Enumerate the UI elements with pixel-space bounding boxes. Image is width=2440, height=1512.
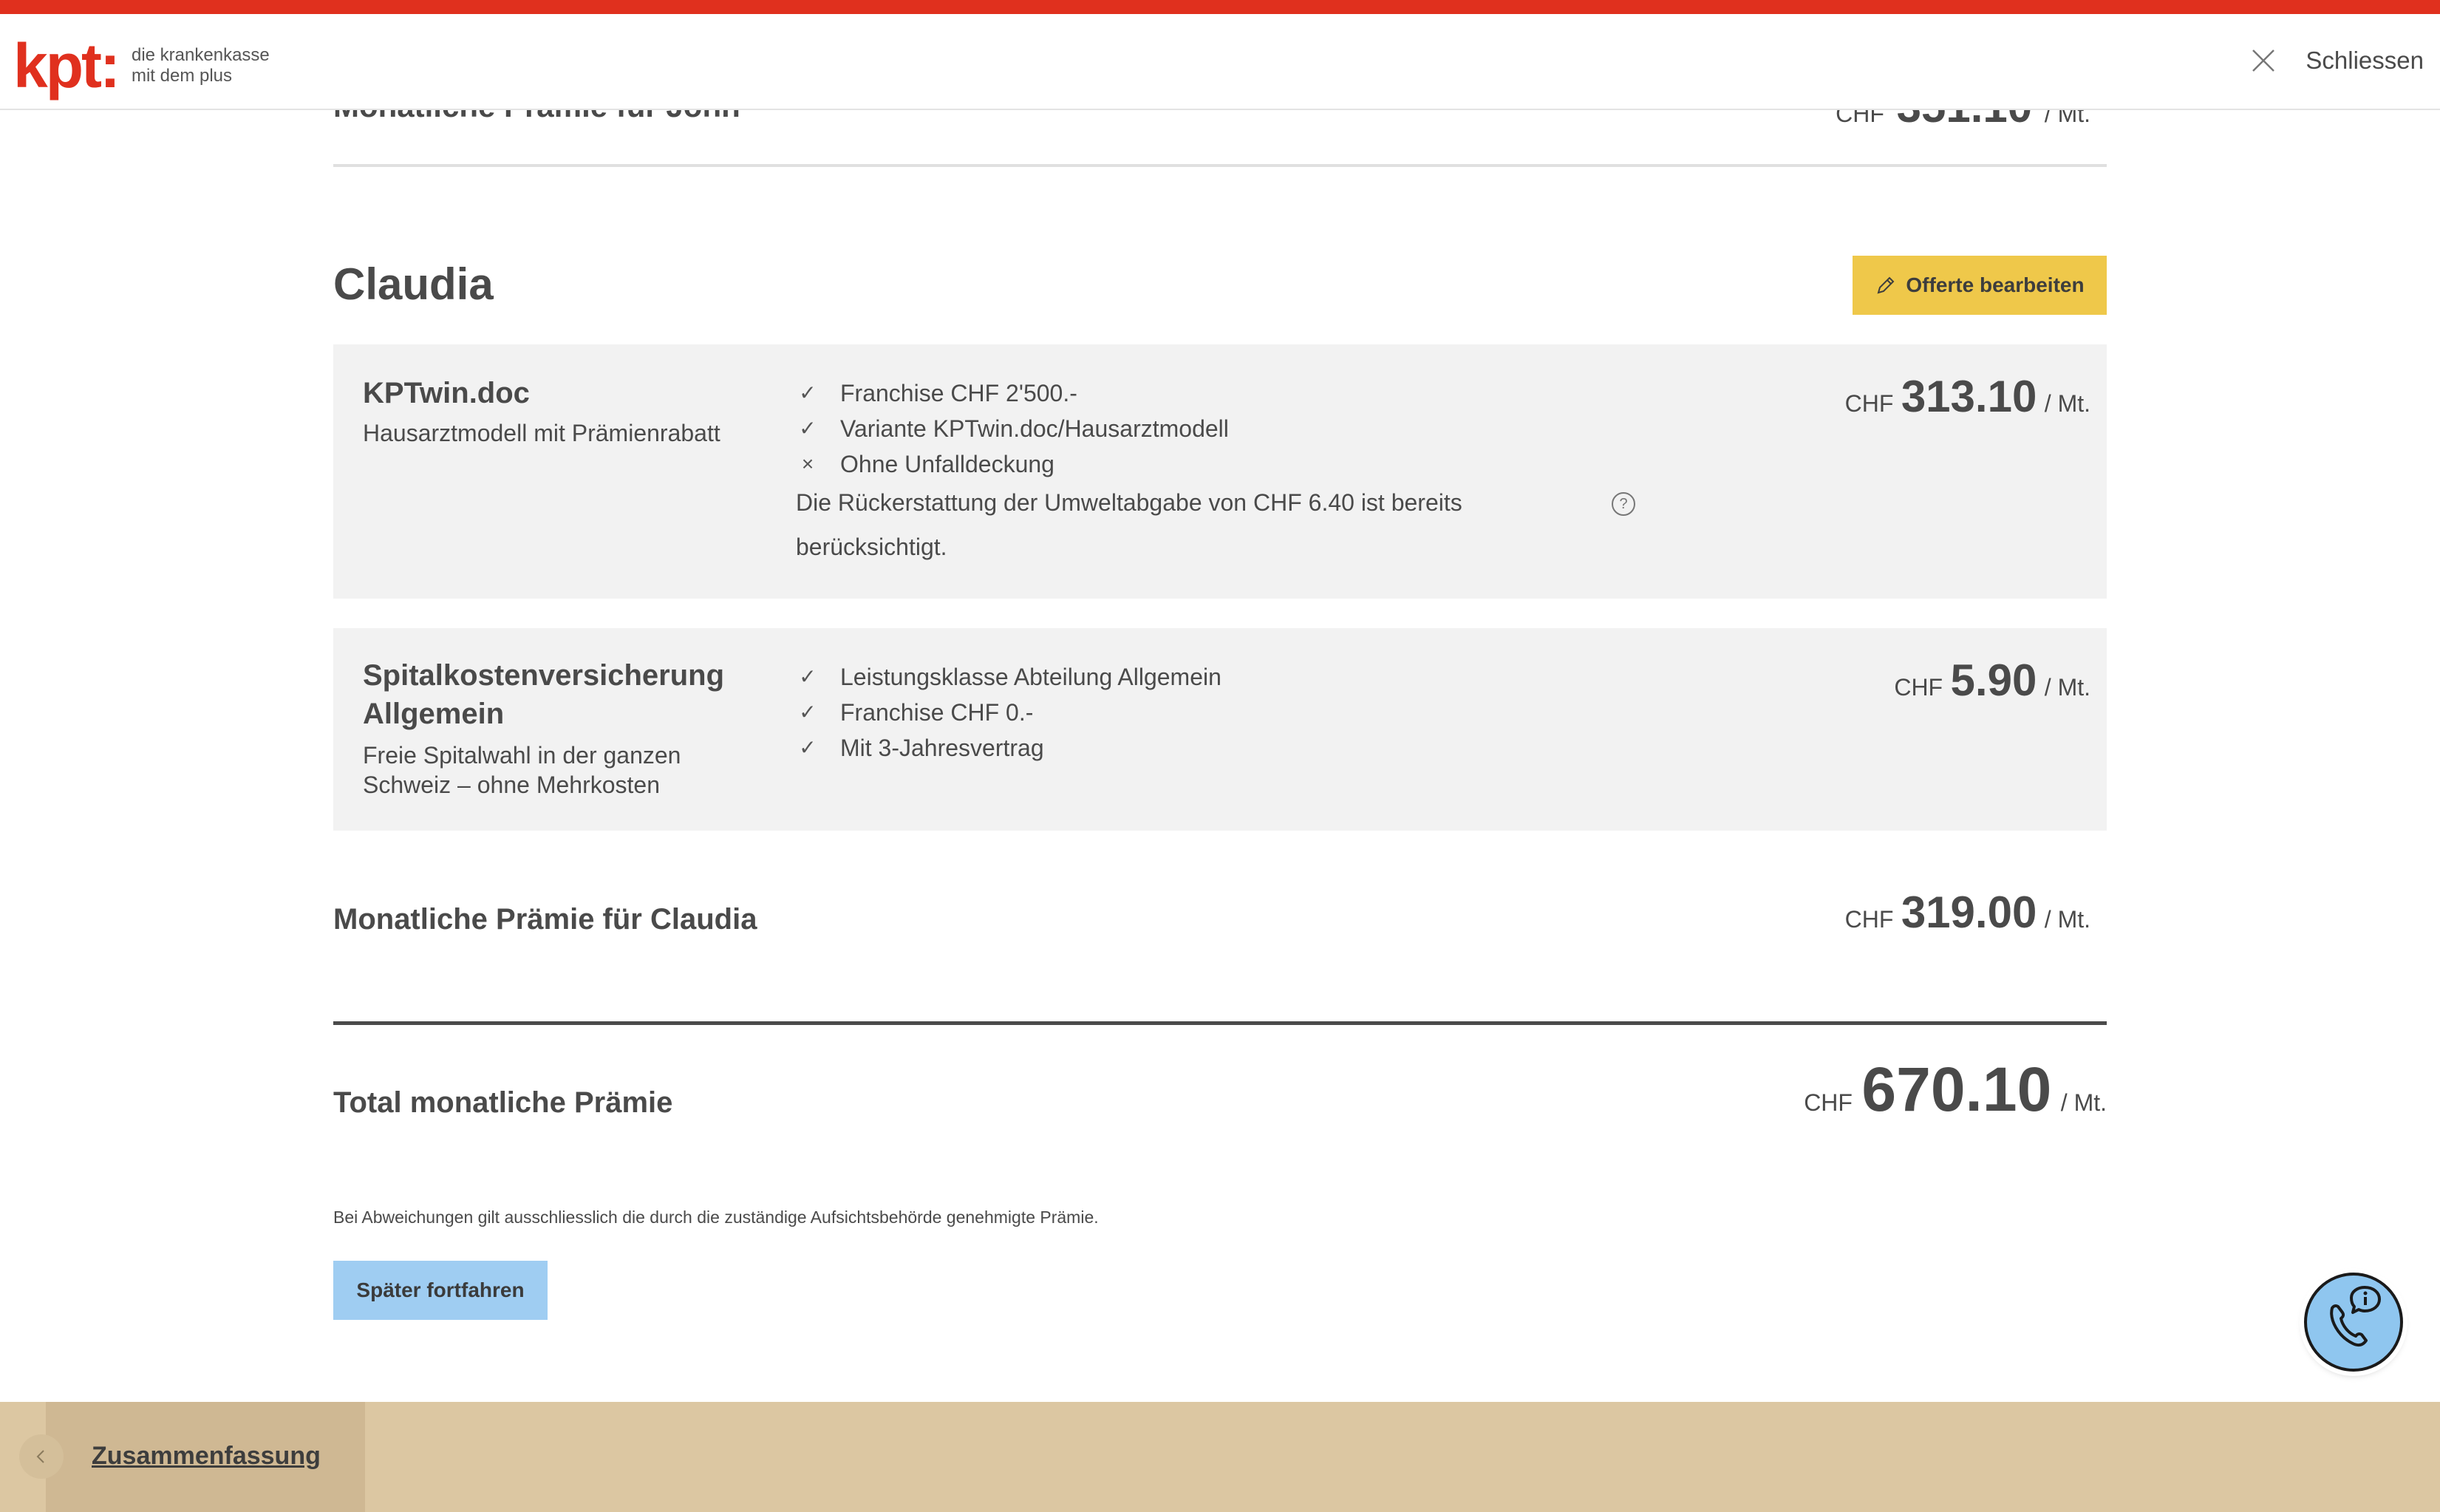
section-divider	[333, 164, 2107, 167]
feature-item: ✓ Franchise CHF 0.-	[796, 695, 1221, 730]
logo-wordmark: kpt:	[13, 31, 120, 101]
person-name-heading: Claudia	[333, 259, 494, 309]
close-icon	[2252, 50, 2275, 72]
check-icon: ✓	[799, 665, 817, 688]
feature-text: Variante KPTwin.doc/Hausarztmodell	[840, 415, 1229, 442]
feature-item: ✓ Franchise CHF 2'500.-	[796, 375, 1229, 411]
feature-item: × Ohne Unfalldeckung	[796, 446, 1229, 482]
brand-top-bar	[0, 0, 2440, 14]
cross-icon: ×	[801, 452, 814, 475]
edit-offer-label: Offerte bearbeiten	[1906, 273, 2085, 296]
product-feature-list: ✓ Franchise CHF 2'500.- ✓ Variante KPTwi…	[796, 375, 1229, 482]
unit-label: / Mt.	[2044, 674, 2090, 701]
product-card-spitalkosten: Spitalkostenversicherung Allgemein Freie…	[333, 628, 2107, 831]
product-title-line-2: Allgemein	[363, 698, 505, 730]
tagline-line-1: die krankenkasse	[131, 45, 270, 65]
footer-navigation: Zusammenfassung	[0, 1402, 2440, 1512]
grand-total-label: Total monatliche Prämie	[333, 1086, 673, 1119]
product-subtitle-line-2: Schweiz – ohne Mehrkosten	[363, 772, 660, 798]
check-icon: ✓	[799, 701, 817, 723]
close-button[interactable]: Schliessen	[2251, 47, 2424, 75]
product-price: CHF 5.90 / Mt.	[1894, 655, 2090, 706]
check-icon: ✓	[799, 736, 817, 759]
feature-text: Franchise CHF 2'500.-	[840, 380, 1077, 406]
product-price: CHF 313.10 / Mt.	[1845, 371, 2090, 422]
chevron-left-icon	[36, 1450, 44, 1463]
back-button[interactable]	[19, 1434, 64, 1479]
feature-text: Ohne Unfalldeckung	[840, 451, 1054, 477]
app-header: kpt: die krankenkasse mit dem plus Schli…	[0, 14, 2440, 110]
feature-text: Leistungsklasse Abteilung Allgemein	[840, 664, 1221, 690]
amount-value: 670.10	[1861, 1055, 2052, 1124]
currency-label: CHF	[1804, 1089, 1853, 1116]
logo-tagline: die krankenkasse mit dem plus	[132, 45, 270, 86]
product-card-kptwin: KPTwin.doc Hausarztmodell mit Prämienrab…	[333, 344, 2107, 599]
product-subtitle: Hausarztmodell mit Prämienrabatt	[363, 420, 720, 446]
unit-label: / Mt.	[2044, 390, 2090, 417]
contact-help-button[interactable]	[2304, 1273, 2403, 1372]
feature-text: Franchise CHF 0.-	[840, 699, 1034, 726]
phone-info-icon	[2330, 1286, 2381, 1347]
total-divider	[333, 1021, 2107, 1025]
feature-item: ✓ Mit 3-Jahresvertrag	[796, 730, 1221, 766]
currency-label: CHF	[1844, 390, 1894, 417]
kpt-logo[interactable]: kpt: die krankenkasse mit dem plus	[13, 35, 270, 97]
product-feature-list: ✓ Leistungsklasse Abteilung Allgemein ✓ …	[796, 659, 1221, 766]
feature-text: Mit 3-Jahresvertrag	[840, 735, 1044, 761]
edit-offer-button[interactable]: Offerte bearbeiten	[1853, 256, 2107, 315]
grand-total-price: CHF 670.10 / Mt.	[1804, 1054, 2107, 1126]
amount-value: 319.00	[1901, 888, 2037, 937]
pencil-icon	[1877, 276, 1895, 294]
amount-value: 313.10	[1901, 372, 2037, 421]
unit-label: / Mt.	[2044, 906, 2090, 933]
feature-item: ✓ Variante KPTwin.doc/Hausarztmodell	[796, 411, 1229, 446]
amount-value: 5.90	[1950, 655, 2037, 705]
product-subtitle-line-1: Freie Spitalwahl in der ganzen	[363, 742, 681, 769]
close-label: Schliessen	[2306, 47, 2424, 74]
product-title: KPTwin.doc	[363, 377, 530, 409]
check-icon: ✓	[799, 417, 817, 440]
person-total-label: Monatliche Prämie für Claudia	[333, 903, 757, 936]
feature-item: ✓ Leistungsklasse Abteilung Allgemein	[796, 659, 1221, 695]
check-icon: ✓	[799, 381, 817, 404]
environment-refund-note: Die Rückerstattung der Umweltabgabe von …	[796, 489, 1462, 560]
back-to-summary-link[interactable]: Zusammenfassung	[92, 1442, 321, 1471]
premium-disclaimer: Bei Abweichungen gilt ausschliesslich di…	[333, 1208, 1099, 1227]
currency-label: CHF	[1894, 674, 1943, 701]
product-title-line-1: Spitalkostenversicherung	[363, 659, 725, 692]
unit-label: / Mt.	[2060, 1089, 2107, 1116]
help-icon[interactable]: ?	[1612, 492, 1635, 516]
tagline-line-2: mit dem plus	[131, 66, 233, 86]
person-total-price: CHF 319.00 / Mt.	[1845, 887, 2090, 938]
currency-label: CHF	[1844, 906, 1894, 933]
continue-later-button[interactable]: Später fortfahren	[333, 1261, 548, 1320]
